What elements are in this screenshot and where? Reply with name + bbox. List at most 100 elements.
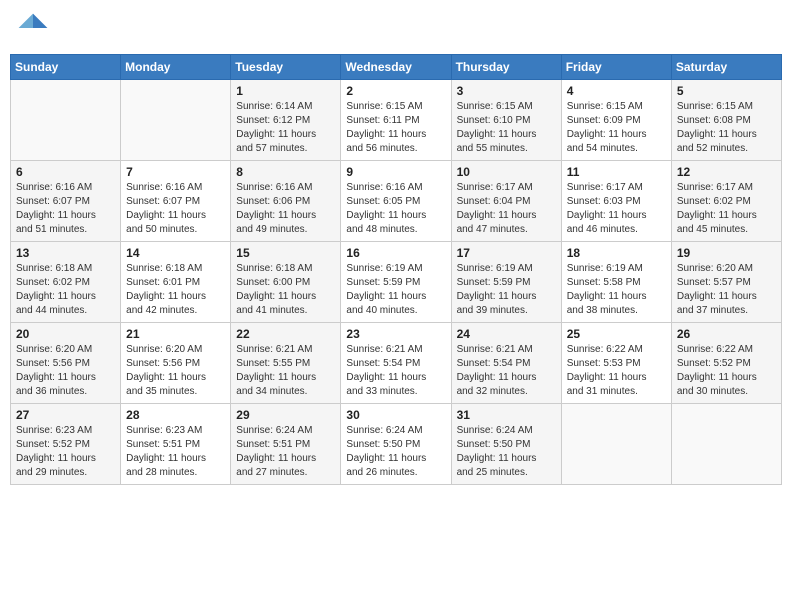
calendar-cell: 4Sunrise: 6:15 AM Sunset: 6:09 PM Daylig… (561, 80, 671, 161)
calendar-cell: 28Sunrise: 6:23 AM Sunset: 5:51 PM Dayli… (121, 404, 231, 485)
day-info: Sunrise: 6:24 AM Sunset: 5:50 PM Dayligh… (457, 424, 556, 480)
calendar-cell: 20 Sunrise: 6:20 AM Sunset: 5:56 PM Dayli… (11, 323, 121, 404)
logo (15, 10, 55, 46)
day-number: 24 (457, 327, 556, 341)
day-number: 27 (16, 408, 115, 422)
weekday-header-tuesday: Tuesday (231, 55, 341, 80)
calendar-cell: 18 Sunrise: 6:19 AM Sunset: 5:58 PM Dayli… (561, 242, 671, 323)
day-info: Sunrise: 6:15 AM Sunset: 6:11 PM Dayligh… (346, 100, 445, 156)
day-number: 20 (16, 327, 115, 341)
day-info: Sunrise: 6:19 AM Sunset: 5:59 PM Dayligh… (346, 262, 445, 318)
calendar-cell (671, 404, 781, 485)
calendar-cell: 19Sunrise: 6:20 AM Sunset: 5:57 PM Dayli… (671, 242, 781, 323)
day-number: 15 (236, 246, 335, 260)
day-info: Sunrise: 6:20 AM Sunset: 5:56 PM Dayligh… (16, 343, 115, 399)
day-number: 23 (346, 327, 445, 341)
calendar-cell: 15 Sunrise: 6:18 AM Sunset: 6:00 PM Dayli… (231, 242, 341, 323)
week-row-4: 20 Sunrise: 6:20 AM Sunset: 5:56 PM Dayli… (11, 323, 782, 404)
calendar-cell: 26 Sunrise: 6:22 AM Sunset: 5:52 PM Dayli… (671, 323, 781, 404)
day-info: Sunrise: 6:18 AM Sunset: 6:00 PM Dayligh… (236, 262, 335, 318)
day-info: Sunrise: 6:17 AM Sunset: 6:03 PM Dayligh… (567, 181, 666, 237)
weekday-header-sunday: Sunday (11, 55, 121, 80)
day-number: 12 (677, 165, 776, 179)
day-number: 16 (346, 246, 445, 260)
day-info: Sunrise: 6:22 AM Sunset: 5:52 PM Dayligh… (677, 343, 776, 399)
day-number: 30 (346, 408, 445, 422)
day-number: 14 (126, 246, 225, 260)
calendar-cell: 11 Sunrise: 6:17 AM Sunset: 6:03 PM Dayli… (561, 161, 671, 242)
day-info: Sunrise: 6:14 AM Sunset: 6:12 PM Dayligh… (236, 100, 335, 156)
weekday-header-wednesday: Wednesday (341, 55, 451, 80)
day-info: Sunrise: 6:21 AM Sunset: 5:55 PM Dayligh… (236, 343, 335, 399)
calendar-cell: 9 Sunrise: 6:16 AM Sunset: 6:05 PM Daylig… (341, 161, 451, 242)
day-info: Sunrise: 6:16 AM Sunset: 6:06 PM Dayligh… (236, 181, 335, 237)
week-row-3: 13Sunrise: 6:18 AM Sunset: 6:02 PM Dayli… (11, 242, 782, 323)
calendar-table: SundayMondayTuesdayWednesdayThursdayFrid… (10, 54, 782, 485)
day-info: Sunrise: 6:21 AM Sunset: 5:54 PM Dayligh… (457, 343, 556, 399)
day-number: 2 (346, 84, 445, 98)
calendar-cell: 1 Sunrise: 6:14 AM Sunset: 6:12 PM Daylig… (231, 80, 341, 161)
day-number: 22 (236, 327, 335, 341)
day-number: 6 (16, 165, 115, 179)
calendar-cell: 29 Sunrise: 6:24 AM Sunset: 5:51 PM Dayli… (231, 404, 341, 485)
day-number: 9 (346, 165, 445, 179)
day-info: Sunrise: 6:18 AM Sunset: 6:01 PM Dayligh… (126, 262, 225, 318)
calendar-cell: 21Sunrise: 6:20 AM Sunset: 5:56 PM Dayli… (121, 323, 231, 404)
day-info: Sunrise: 6:19 AM Sunset: 5:59 PM Dayligh… (457, 262, 556, 318)
day-info: Sunrise: 6:15 AM Sunset: 6:08 PM Dayligh… (677, 100, 776, 156)
calendar-cell: 12 Sunrise: 6:17 AM Sunset: 6:02 PM Dayli… (671, 161, 781, 242)
day-number: 28 (126, 408, 225, 422)
day-info: Sunrise: 6:16 AM Sunset: 6:07 PM Dayligh… (16, 181, 115, 237)
day-info: Sunrise: 6:17 AM Sunset: 6:02 PM Dayligh… (677, 181, 776, 237)
calendar-cell: 5 Sunrise: 6:15 AM Sunset: 6:08 PM Daylig… (671, 80, 781, 161)
calendar-cell: 13Sunrise: 6:18 AM Sunset: 6:02 PM Dayli… (11, 242, 121, 323)
weekday-header-saturday: Saturday (671, 55, 781, 80)
calendar-cell (561, 404, 671, 485)
week-row-2: 6 Sunrise: 6:16 AM Sunset: 6:07 PM Daylig… (11, 161, 782, 242)
calendar-cell: 8 Sunrise: 6:16 AM Sunset: 6:06 PM Daylig… (231, 161, 341, 242)
day-number: 26 (677, 327, 776, 341)
day-number: 19 (677, 246, 776, 260)
day-number: 13 (16, 246, 115, 260)
calendar-cell: 3Sunrise: 6:15 AM Sunset: 6:10 PM Daylig… (451, 80, 561, 161)
calendar-cell: 24 Sunrise: 6:21 AM Sunset: 5:54 PM Dayli… (451, 323, 561, 404)
day-info: Sunrise: 6:22 AM Sunset: 5:53 PM Dayligh… (567, 343, 666, 399)
day-number: 29 (236, 408, 335, 422)
day-info: Sunrise: 6:15 AM Sunset: 6:09 PM Dayligh… (567, 100, 666, 156)
day-info: Sunrise: 6:19 AM Sunset: 5:58 PM Dayligh… (567, 262, 666, 318)
calendar-cell: 16 Sunrise: 6:19 AM Sunset: 5:59 PM Dayli… (341, 242, 451, 323)
day-number: 8 (236, 165, 335, 179)
day-number: 11 (567, 165, 666, 179)
weekday-header-monday: Monday (121, 55, 231, 80)
day-number: 25 (567, 327, 666, 341)
weekday-header-friday: Friday (561, 55, 671, 80)
day-number: 7 (126, 165, 225, 179)
day-number: 10 (457, 165, 556, 179)
day-number: 1 (236, 84, 335, 98)
calendar-cell: 7 Sunrise: 6:16 AM Sunset: 6:07 PM Daylig… (121, 161, 231, 242)
day-number: 18 (567, 246, 666, 260)
week-row-5: 27 Sunrise: 6:23 AM Sunset: 5:52 PM Dayli… (11, 404, 782, 485)
calendar-cell (11, 80, 121, 161)
logo-icon (15, 10, 51, 46)
day-number: 17 (457, 246, 556, 260)
day-number: 5 (677, 84, 776, 98)
day-info: Sunrise: 6:16 AM Sunset: 6:07 PM Dayligh… (126, 181, 225, 237)
day-info: Sunrise: 6:16 AM Sunset: 6:05 PM Dayligh… (346, 181, 445, 237)
calendar-cell: 23 Sunrise: 6:21 AM Sunset: 5:54 PM Dayli… (341, 323, 451, 404)
day-info: Sunrise: 6:23 AM Sunset: 5:52 PM Dayligh… (16, 424, 115, 480)
calendar-cell: 6 Sunrise: 6:16 AM Sunset: 6:07 PM Daylig… (11, 161, 121, 242)
calendar-cell: 22 Sunrise: 6:21 AM Sunset: 5:55 PM Dayli… (231, 323, 341, 404)
day-info: Sunrise: 6:24 AM Sunset: 5:51 PM Dayligh… (236, 424, 335, 480)
calendar-cell: 27 Sunrise: 6:23 AM Sunset: 5:52 PM Dayli… (11, 404, 121, 485)
calendar-cell: 17 Sunrise: 6:19 AM Sunset: 5:59 PM Dayli… (451, 242, 561, 323)
weekday-header-thursday: Thursday (451, 55, 561, 80)
day-info: Sunrise: 6:21 AM Sunset: 5:54 PM Dayligh… (346, 343, 445, 399)
day-info: Sunrise: 6:17 AM Sunset: 6:04 PM Dayligh… (457, 181, 556, 237)
calendar-cell: 30Sunrise: 6:24 AM Sunset: 5:50 PM Dayli… (341, 404, 451, 485)
calendar-cell (121, 80, 231, 161)
day-number: 21 (126, 327, 225, 341)
calendar-cell: 2 Sunrise: 6:15 AM Sunset: 6:11 PM Daylig… (341, 80, 451, 161)
day-info: Sunrise: 6:15 AM Sunset: 6:10 PM Dayligh… (457, 100, 556, 156)
calendar-cell: 14 Sunrise: 6:18 AM Sunset: 6:01 PM Dayli… (121, 242, 231, 323)
